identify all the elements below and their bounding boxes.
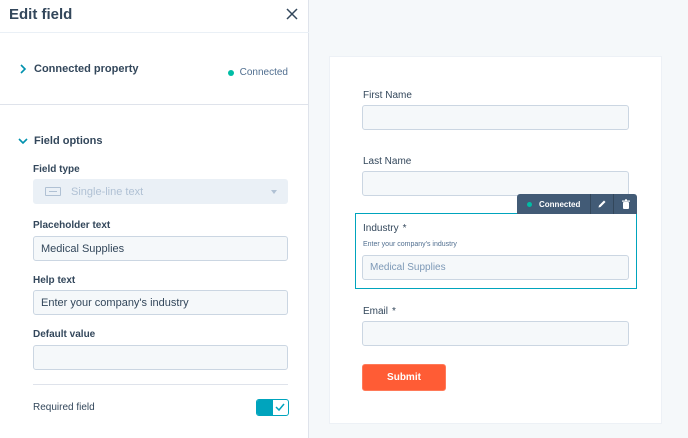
industry-help-text: Enter your company's industry: [363, 241, 457, 248]
industry-field[interactable]: Medical Supplies: [362, 255, 629, 280]
connected-status-text: Connected: [239, 67, 288, 78]
edit-field-panel: Edit field Connected property Connected …: [0, 0, 309, 438]
submit-button[interactable]: Submit: [362, 364, 446, 391]
connected-property-toggle[interactable]: Connected property: [18, 63, 139, 75]
field-type-select[interactable]: Single-line text: [33, 179, 288, 204]
connected-property-section: Connected property Connected: [0, 32, 309, 105]
field-options-toggle[interactable]: Field options: [18, 135, 102, 147]
default-value-input[interactable]: [33, 345, 288, 370]
email-label: Email *: [363, 306, 396, 317]
default-value-label: Default value: [33, 329, 96, 340]
edit-field-button[interactable]: [591, 194, 615, 214]
toggle-knob: [257, 400, 273, 415]
text-field-icon: [45, 187, 61, 196]
form-preview-card: First Name Last Name Connected Industry *…: [330, 57, 661, 423]
pencil-icon: [598, 200, 606, 208]
field-type-label: Field type: [33, 164, 80, 175]
required-star: *: [392, 306, 396, 317]
panel-header: Edit field: [0, 0, 308, 31]
connected-property-label: Connected property: [34, 63, 139, 75]
industry-label: Industry *: [363, 223, 406, 234]
field-type-value: Single-line text: [71, 185, 144, 198]
field-toolbar: Connected: [517, 194, 637, 214]
connected-status: Connected: [227, 67, 288, 78]
toolbar-connected-text: Connected: [539, 199, 581, 209]
placeholder-text-input[interactable]: Medical Supplies: [33, 236, 288, 261]
help-text-input[interactable]: Enter your company's industry: [33, 290, 288, 315]
industry-label-text: Industry: [363, 223, 399, 234]
placeholder-text-label: Placeholder text: [33, 220, 111, 231]
connected-dot-icon: [227, 69, 234, 76]
last-name-label: Last Name: [363, 156, 412, 167]
first-name-field[interactable]: [362, 105, 629, 130]
check-icon: [275, 403, 285, 412]
divider: [33, 384, 288, 385]
close-icon[interactable]: [284, 6, 300, 22]
chevron-right-icon: [20, 64, 27, 74]
required-field-toggle[interactable]: [256, 399, 289, 416]
field-options-label: Field options: [34, 135, 103, 147]
help-text-label: Help text: [33, 275, 76, 286]
required-field-label: Required field: [33, 402, 95, 413]
connected-dot-icon: [527, 201, 532, 207]
last-name-field[interactable]: [362, 171, 629, 196]
chevron-down-icon: [18, 138, 28, 145]
delete-field-button[interactable]: [614, 194, 637, 214]
trash-icon: [621, 198, 630, 209]
required-star: *: [402, 223, 407, 234]
toolbar-connected-status: Connected: [517, 194, 592, 214]
panel-title: Edit field: [9, 6, 73, 23]
first-name-label: First Name: [363, 90, 412, 101]
caret-down-icon: [271, 190, 277, 194]
email-field[interactable]: [362, 321, 629, 346]
email-label-text: Email: [363, 306, 389, 317]
